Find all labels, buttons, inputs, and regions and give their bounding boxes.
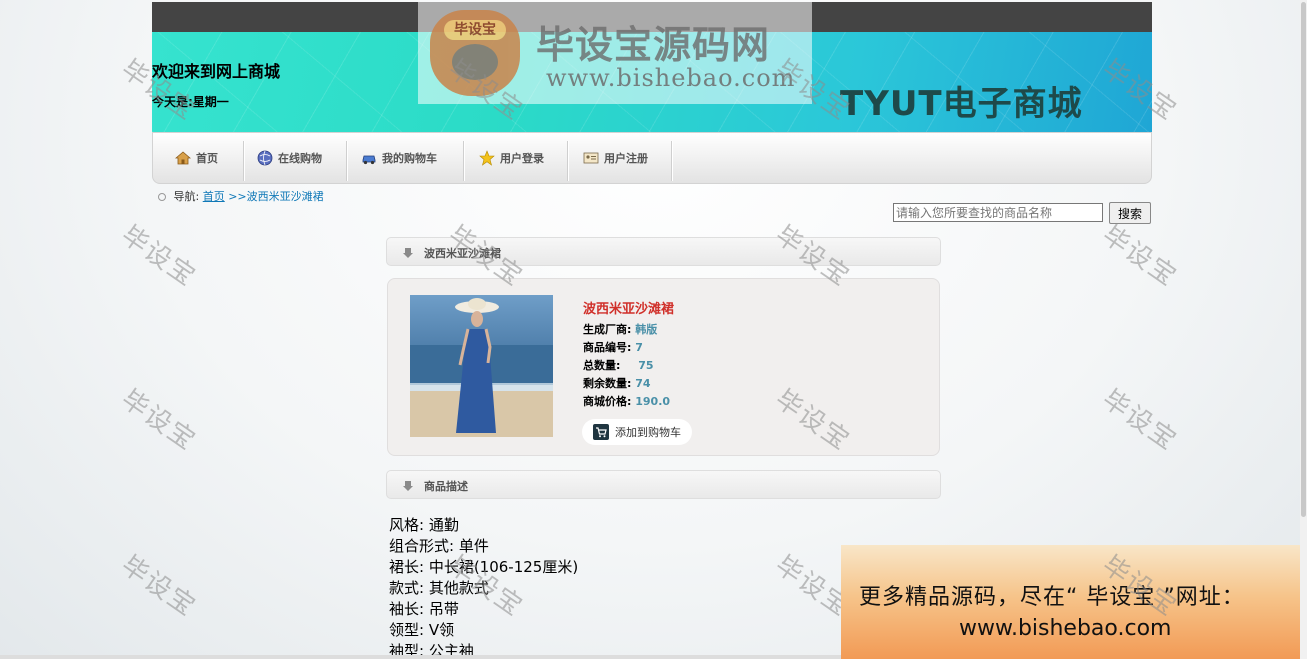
watermark-shield-icon: 毕设宝 xyxy=(430,10,520,96)
breadcrumb-current: >>波西米亚沙滩裙 xyxy=(228,190,324,203)
car-icon xyxy=(362,155,376,165)
nav-item-shop[interactable]: 在线购物 xyxy=(257,133,322,183)
bottom-edge xyxy=(0,655,841,659)
description-line: 组合形式: 单件 xyxy=(389,537,489,555)
field-value: 7 xyxy=(635,341,643,354)
nav-label-home: 首页 xyxy=(196,152,218,165)
main-nav: 首页 在线购物 我的购物车 用户登录 用户注册 xyxy=(152,132,1152,184)
promo-line-1: 更多精品源码，尽在“ 毕设宝 ”网址： xyxy=(859,585,1245,610)
field-value: 75 xyxy=(638,359,654,372)
search-input[interactable] xyxy=(893,203,1103,222)
add-to-cart-label: 添加到购物车 xyxy=(615,426,681,439)
description-line: 领型: V领 xyxy=(389,621,455,639)
field-label: 生成厂商: xyxy=(583,323,632,336)
nav-separator xyxy=(346,141,347,181)
weekday-text: 今天是:星期一 xyxy=(152,95,229,109)
breadcrumb-bullet-icon xyxy=(158,193,166,201)
nav-separator xyxy=(671,141,672,181)
search-button[interactable]: 搜索 xyxy=(1109,202,1151,224)
description-line: 风格: 通勤 xyxy=(389,516,459,534)
nav-separator xyxy=(243,141,244,181)
nav-label-login: 用户登录 xyxy=(500,152,544,165)
field-value: 190.0 xyxy=(635,395,671,408)
nav-item-home[interactable]: 首页 xyxy=(175,133,218,183)
nav-separator xyxy=(567,141,568,181)
description-section-title: 商品描述 xyxy=(424,480,468,493)
nav-item-register[interactable]: 用户注册 xyxy=(583,133,648,183)
star-icon xyxy=(479,150,495,166)
watermark-logo: 毕设宝 毕设宝源码网 www.bishebao.com xyxy=(418,2,812,104)
product-field-price: 商城价格: 190.0 xyxy=(583,393,670,409)
product-field-remaining: 剩余数量: 74 xyxy=(583,375,651,391)
description-line: 裙长: 中长裙(106-125厘米) xyxy=(389,558,579,576)
scrollbar-thumb[interactable] xyxy=(1301,2,1306,517)
field-value: 韩版 xyxy=(635,323,658,336)
field-label: 商品编号: xyxy=(583,341,632,354)
breadcrumb-home-link[interactable]: 首页 xyxy=(203,190,225,203)
home-icon xyxy=(175,151,191,165)
nav-label-cart: 我的购物车 xyxy=(382,152,437,165)
section-arrow-icon xyxy=(403,481,413,491)
nav-item-cart[interactable]: 我的购物车 xyxy=(361,133,437,183)
description-line: 款式: 其他款式 xyxy=(389,579,489,597)
nav-label-shop: 在线购物 xyxy=(278,152,322,165)
watermark-url: www.bishebao.com xyxy=(546,64,796,92)
product-description: 风格: 通勤 组合形式: 单件 裙长: 中长裙(106-125厘米) 款式: 其… xyxy=(389,515,578,662)
product-field-manufacturer: 生成厂商: 韩版 xyxy=(583,321,657,337)
breadcrumb-prefix: 导航: xyxy=(173,190,200,203)
product-card: 波西米亚沙滩裙 生成厂商: 韩版 商品编号: 7 总数量: 75 剩余数量: 7… xyxy=(387,278,940,456)
watermark-tag: 毕设宝 xyxy=(444,20,506,40)
id-card-icon xyxy=(583,152,599,164)
nav-label-register: 用户注册 xyxy=(604,152,648,165)
nav-separator xyxy=(463,141,464,181)
watermark-title: 毕设宝源码网 xyxy=(536,23,771,67)
product-section-title: 波西米亚沙滩裙 xyxy=(424,247,501,260)
product-photo xyxy=(410,295,553,437)
product-name: 波西米亚沙滩裙 xyxy=(583,302,675,317)
brand-title: TYUT电子商城 xyxy=(840,84,1083,124)
add-to-cart-button[interactable]: 添加到购物车 xyxy=(582,419,692,445)
field-value: 74 xyxy=(635,377,651,390)
product-section-header: 波西米亚沙滩裙 xyxy=(386,237,941,266)
product-field-total: 总数量: 75 xyxy=(583,357,654,373)
product-image[interactable] xyxy=(410,295,553,437)
globe-icon xyxy=(257,150,273,166)
welcome-text: 欢迎来到网上商城 xyxy=(152,62,281,81)
promo-url: www.bishebao.com xyxy=(959,616,1172,641)
section-arrow-icon xyxy=(403,248,413,258)
cart-icon xyxy=(593,424,609,440)
field-label: 商城价格: xyxy=(583,395,632,408)
description-section-header: 商品描述 xyxy=(386,470,941,499)
breadcrumb: 导航: 首页 >>波西米亚沙滩裙 xyxy=(158,188,324,204)
nav-item-login[interactable]: 用户登录 xyxy=(479,133,544,183)
description-line: 袖长: 吊带 xyxy=(389,600,459,618)
promo-banner[interactable]: 更多精品源码，尽在“ 毕设宝 ”网址： www.bishebao.com xyxy=(841,545,1307,659)
product-field-id: 商品编号: 7 xyxy=(583,339,643,355)
field-label: 剩余数量: xyxy=(583,377,632,390)
field-label: 总数量: xyxy=(583,359,621,372)
